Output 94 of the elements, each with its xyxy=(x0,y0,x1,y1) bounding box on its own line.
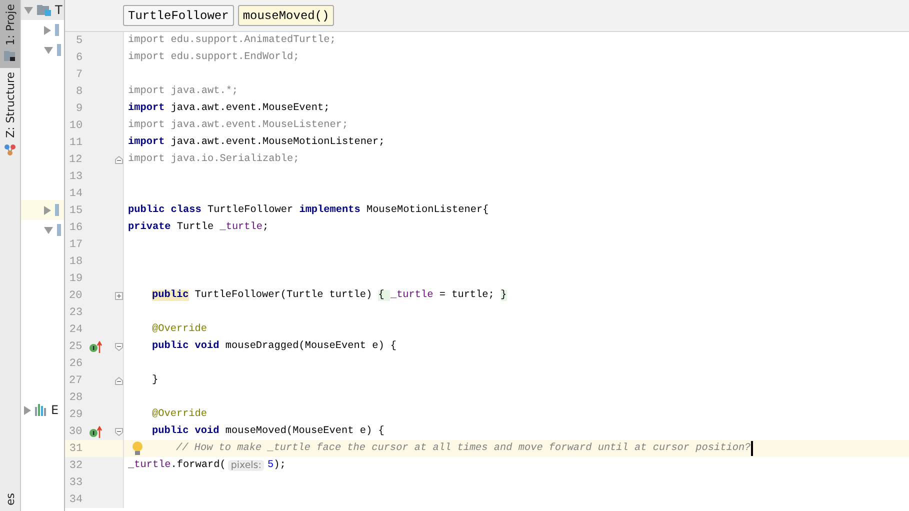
line-number: 30 xyxy=(68,426,82,438)
folded-brace: { xyxy=(378,290,390,301)
number-literal: 5 xyxy=(267,460,274,471)
fold-expand-icon[interactable] xyxy=(115,292,123,300)
breadcrumb[interactable]: mouseMoved() xyxy=(238,5,334,26)
implements-method-icon[interactable] xyxy=(89,426,104,438)
line-number: 16 xyxy=(68,222,83,234)
tool-window-tab[interactable]: Z: Structure xyxy=(0,68,20,162)
keyword: import xyxy=(128,137,165,148)
triangle-right-icon[interactable] xyxy=(44,26,51,34)
code-text: mouseMoved(MouseEvent e) { xyxy=(224,426,384,437)
code-comment: // How to make _turtle face the cursor at all times and move forward until at cursor position? xyxy=(176,443,751,454)
triangle-right-icon[interactable] xyxy=(44,206,51,214)
keyword: public xyxy=(152,290,189,301)
code-text: Turtle xyxy=(176,222,215,233)
file-icon xyxy=(57,44,61,56)
line-number: 27 xyxy=(68,374,82,386)
unused-import: import java.io.Serializable; xyxy=(128,154,300,165)
line-number: 19 xyxy=(68,272,83,284)
code-text: } xyxy=(152,375,158,386)
triangle-down-icon[interactable] xyxy=(24,6,33,14)
line-number: 24 xyxy=(68,324,83,336)
unused-import: import edu.support.EndWorld; xyxy=(128,52,300,63)
line-number: 20 xyxy=(68,290,82,302)
field-name: _turtle xyxy=(390,290,434,301)
line-number: 34 xyxy=(68,494,83,506)
keyword: import xyxy=(128,103,165,114)
line-number: 14 xyxy=(68,188,83,200)
folded-brace: } xyxy=(500,290,507,301)
keyword: implements xyxy=(299,205,360,216)
line-number: 29 xyxy=(68,408,83,420)
line-number: 5 xyxy=(74,34,83,46)
keyword: public void xyxy=(152,341,220,352)
code-text: mouseDragged(MouseEvent e) { xyxy=(224,341,397,352)
tree-item-label[interactable]: E xyxy=(51,403,59,417)
line-number: 10 xyxy=(68,120,83,132)
line-number: 8 xyxy=(74,86,83,98)
unused-import: import java.awt.*; xyxy=(128,86,238,97)
file-icon xyxy=(55,204,59,216)
annotation: @Override xyxy=(152,324,208,335)
lightbulb-icon[interactable] xyxy=(132,441,143,456)
unused-import: import edu.support.AnimatedTurtle; xyxy=(128,35,336,46)
field-name: _turtle xyxy=(220,222,263,233)
line-number: 33 xyxy=(68,476,83,488)
code-text: TurtleFollower(Turtle turtle) xyxy=(194,290,374,301)
tool-window-tab[interactable]: 1: Proje xyxy=(0,0,20,68)
line-number: 13 xyxy=(68,170,83,182)
code-text: ); xyxy=(274,460,286,471)
structure-icon xyxy=(4,144,16,156)
triangle-down-icon[interactable] xyxy=(44,46,53,54)
bar-chart-icon xyxy=(35,404,47,416)
file-icon xyxy=(55,24,59,36)
implements-method-icon[interactable] xyxy=(89,340,104,352)
folder-icon xyxy=(4,51,16,62)
line-number: 25 xyxy=(68,340,82,352)
keyword: public class xyxy=(128,205,202,216)
unused-import: import java.awt.event.MouseListener; xyxy=(128,120,348,131)
triangle-down-icon[interactable] xyxy=(44,226,53,234)
keyword: public void xyxy=(152,426,220,437)
line-number: 6 xyxy=(74,52,83,64)
code-text: MouseMotionListener{ xyxy=(365,205,489,216)
text-cursor xyxy=(750,441,753,456)
line-number: 32 xyxy=(68,460,83,472)
parameter-hint: pixels: xyxy=(228,460,264,471)
fold-start-icon[interactable] xyxy=(115,428,123,436)
code-text: ; xyxy=(262,222,269,233)
line-number: 23 xyxy=(68,306,83,318)
annotation: @Override xyxy=(152,409,208,420)
field-name: _turtle xyxy=(128,460,171,471)
tool-window-tab[interactable]: es xyxy=(0,488,20,511)
file-icon xyxy=(57,224,61,236)
line-number: 15 xyxy=(68,204,83,216)
line-number: 26 xyxy=(68,358,83,370)
code-text: TurtleFollower xyxy=(206,205,294,216)
fold-end-icon[interactable] xyxy=(115,156,123,164)
keyword: private xyxy=(128,222,171,233)
line-number: 18 xyxy=(68,256,83,268)
line-number: 7 xyxy=(74,68,83,80)
code-text: .forward( xyxy=(170,460,226,471)
tree-item-label[interactable]: T xyxy=(55,3,62,17)
line-number: 31 xyxy=(68,442,83,454)
breadcrumb[interactable]: TurtleFollower xyxy=(123,5,234,26)
folder-icon xyxy=(37,4,51,16)
line-number: 11 xyxy=(68,136,83,148)
fold-end-icon[interactable] xyxy=(115,376,123,384)
code-text: = turtle; xyxy=(438,290,496,301)
code-text: java.awt.event.MouseMotionListener; xyxy=(170,137,385,148)
line-number: 9 xyxy=(74,102,83,114)
line-number: 12 xyxy=(68,154,82,166)
line-number: 28 xyxy=(68,392,83,404)
code-text: java.awt.event.MouseEvent; xyxy=(170,103,330,114)
fold-start-icon[interactable] xyxy=(115,342,123,350)
line-number: 17 xyxy=(68,238,83,250)
triangle-right-icon[interactable] xyxy=(24,406,31,414)
